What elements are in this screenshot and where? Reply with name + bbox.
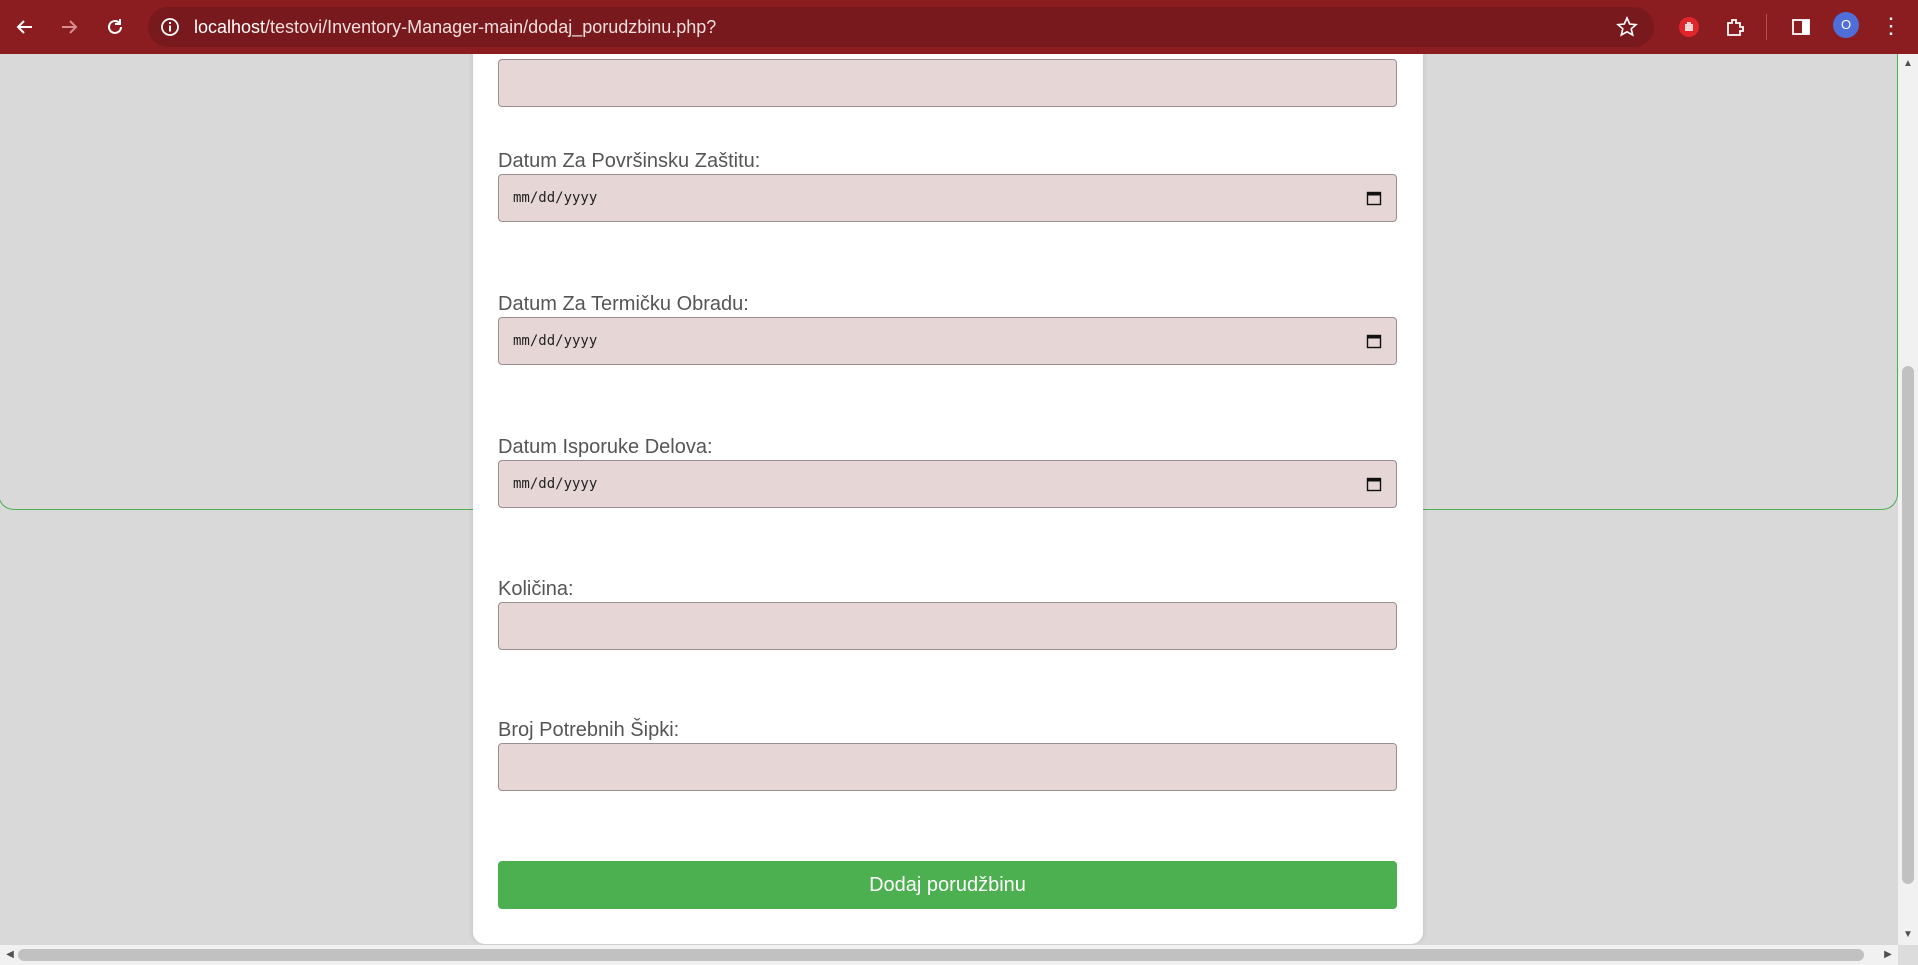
scroll-up-arrow-icon[interactable]: ▲ <box>1898 56 1918 72</box>
horizontal-scrollbar[interactable]: ◀ ▶ <box>0 945 1898 965</box>
page-viewport: Datum Za Površinsku Zaštitu: mm/dd/yyyy … <box>0 54 1898 945</box>
forward-arrow-icon <box>62 20 78 34</box>
back-arrow-icon <box>16 20 32 34</box>
vertical-scrollbar[interactable]: ▲ ▼ <box>1898 54 1918 945</box>
date-placeholder: mm/dd/yyyy <box>513 333 598 349</box>
side-panel-icon[interactable] <box>1786 12 1816 42</box>
partial-text-field[interactable] <box>498 59 1397 107</box>
date-placeholder: mm/dd/yyyy <box>513 476 598 492</box>
reload-button[interactable] <box>98 10 132 44</box>
surface-protection-date-input[interactable]: mm/dd/yyyy <box>498 174 1397 222</box>
label-quantity: Količina: <box>498 578 574 600</box>
url-host: localhost <box>194 17 266 37</box>
heat-treatment-date-input[interactable]: mm/dd/yyyy <box>498 317 1397 365</box>
site-info-icon[interactable] <box>160 17 180 37</box>
scroll-left-arrow-icon[interactable]: ◀ <box>0 947 20 963</box>
url-text[interactable]: localhost/testovi/Inventory-Manager-main… <box>194 7 716 47</box>
scroll-down-arrow-icon[interactable]: ▼ <box>1898 927 1918 943</box>
calendar-icon[interactable] <box>1366 476 1382 492</box>
label-parts-delivery-date: Datum Isporuke Delova: <box>498 436 713 458</box>
calendar-icon[interactable] <box>1366 333 1382 349</box>
label-surface-protection-date: Datum Za Površinsku Zaštitu: <box>498 150 761 172</box>
order-form-card: Datum Za Površinsku Zaštitu: mm/dd/yyyy … <box>473 54 1423 944</box>
required-bars-input[interactable] <box>498 743 1397 791</box>
browser-menu-icon[interactable]: ⋮ <box>1880 12 1902 42</box>
parts-delivery-date-input[interactable]: mm/dd/yyyy <box>498 460 1397 508</box>
back-button[interactable] <box>8 10 42 44</box>
quantity-input[interactable] <box>498 602 1397 650</box>
toolbar-separator <box>1766 14 1767 40</box>
address-bar[interactable]: localhost/testovi/Inventory-Manager-main… <box>148 7 1654 47</box>
vertical-scroll-thumb[interactable] <box>1902 366 1914 884</box>
scroll-right-arrow-icon[interactable]: ▶ <box>1878 947 1898 963</box>
add-order-button[interactable]: Dodaj porudžbinu <box>498 861 1397 909</box>
label-heat-treatment-date: Datum Za Termičku Obradu: <box>498 293 749 315</box>
url-path: /testovi/Inventory-Manager-main/dodaj_po… <box>265 17 717 37</box>
browser-toolbar: localhost/testovi/Inventory-Manager-main… <box>0 0 1918 54</box>
extension-hand-icon[interactable] <box>1674 12 1704 42</box>
horizontal-scroll-thumb[interactable] <box>18 949 1864 961</box>
profile-avatar[interactable]: O <box>1833 12 1859 38</box>
extensions-puzzle-icon[interactable] <box>1720 12 1750 42</box>
date-placeholder: mm/dd/yyyy <box>513 190 598 206</box>
bookmark-star-icon[interactable] <box>1616 16 1638 38</box>
calendar-icon[interactable] <box>1366 190 1382 206</box>
reload-icon <box>108 19 122 34</box>
label-required-bars: Broj Potrebnih Šipki: <box>498 719 680 741</box>
scrollbar-corner <box>1898 945 1918 965</box>
forward-button[interactable] <box>52 10 86 44</box>
